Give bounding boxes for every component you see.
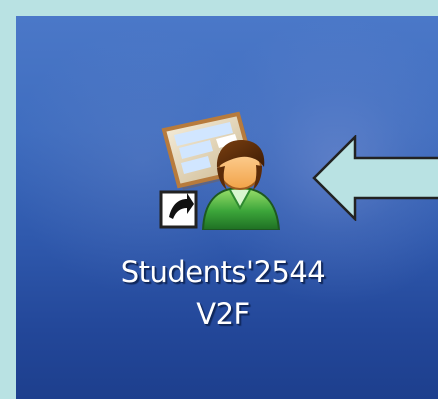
shortcut-label-line-2: V2F (196, 297, 250, 331)
left-arrow-icon (312, 135, 438, 221)
shortcut-label: Students'2544 V2F (88, 251, 358, 335)
shortcut-label-line-1: Students'2544 (120, 255, 326, 289)
student-profile-icon (159, 111, 281, 230)
desktop-background: Students'2544 V2F (16, 16, 438, 399)
